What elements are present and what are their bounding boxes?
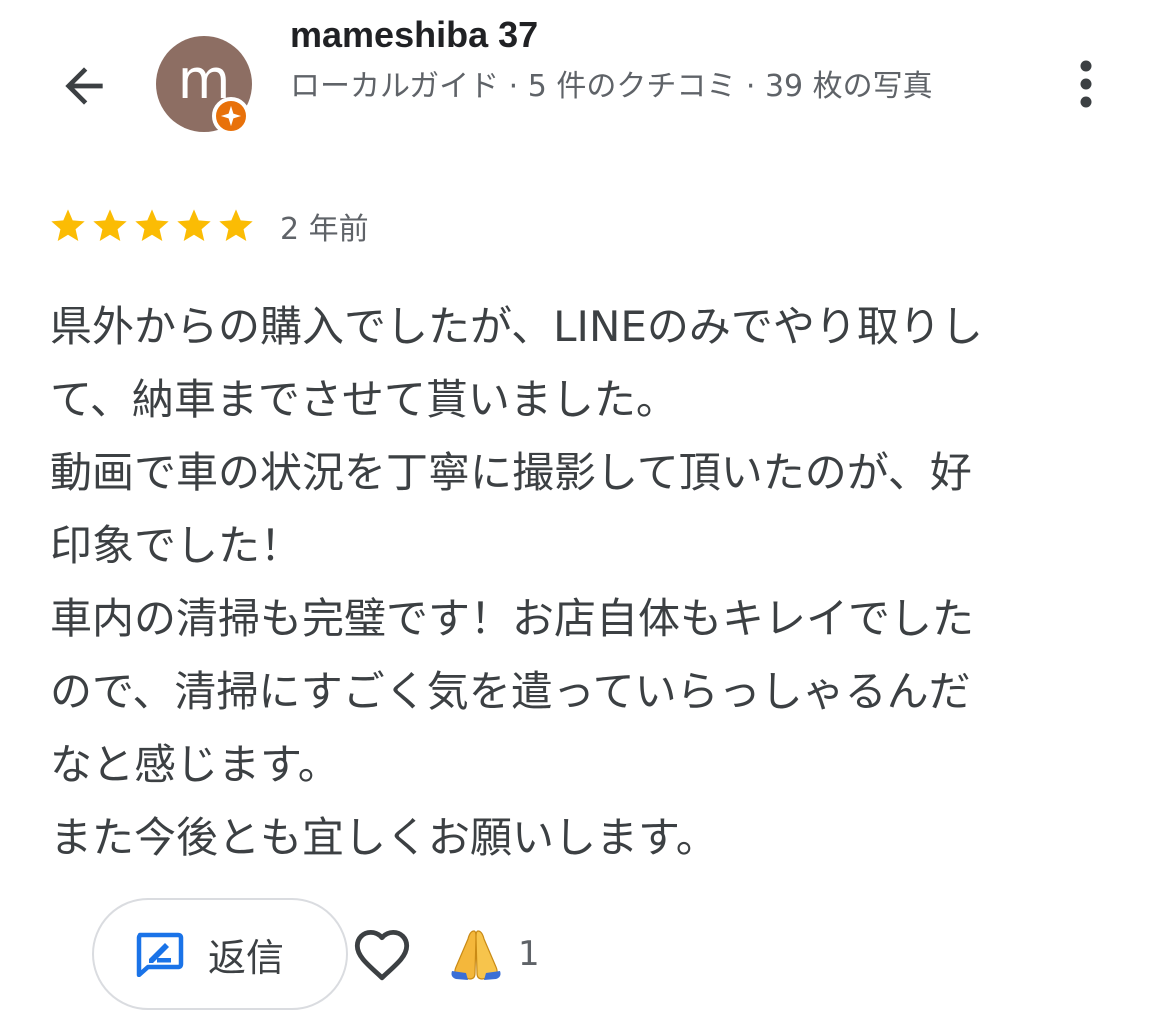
back-button[interactable] xyxy=(52,54,116,118)
review-line: また今後とも宜しくお願いします。 xyxy=(50,813,718,862)
review-line: ので、清掃にすごく気を遣っていらっしゃるんだ xyxy=(50,667,971,716)
review-line: 印象でした！ xyxy=(50,521,303,570)
review-line: 県外からの購入でしたが、LINEのみでやり取りし xyxy=(50,302,983,351)
review-line: 動画で車の状況を丁寧に撮影して頂いたのが、好 xyxy=(50,448,972,497)
user-meta: ローカルガイド · 5 件のクチコミ · 39 枚の写真 xyxy=(290,69,933,104)
more-vertical-icon xyxy=(1080,60,1092,108)
star-icon xyxy=(135,209,169,241)
reply-label: 返信 xyxy=(208,935,285,980)
review-age: 2 年前 xyxy=(280,212,369,247)
reply-edit-icon xyxy=(136,932,184,977)
arrow-left-icon xyxy=(65,67,103,105)
review-text: 県外からの購入でしたが、LINEのみでやり取りし て、納車までさせて貰いました。動… xyxy=(50,290,1125,874)
local-guide-star-icon xyxy=(220,105,242,127)
review-detail-page: m mameshiba 37 ローカルガイド · 5 件のクチコミ · 39 枚… xyxy=(0,0,1170,1031)
star-rating xyxy=(48,206,256,246)
star-icon xyxy=(51,209,85,241)
star-icon xyxy=(93,209,127,241)
folded-hands-emoji xyxy=(451,930,501,980)
review-line: て、納車までさせて貰いました。 xyxy=(50,375,678,424)
more-options-button[interactable] xyxy=(1060,56,1112,112)
heart-outline-icon xyxy=(354,929,410,981)
user-name[interactable]: mameshiba 37 xyxy=(290,14,538,56)
review-line: 車内の清掃も完璧です！お店自体もキレイでした xyxy=(50,594,975,643)
review-line: なと感じます。 xyxy=(50,740,340,789)
local-guide-badge xyxy=(212,97,250,135)
like-button[interactable] xyxy=(350,922,414,986)
rating-row: 2 年前 xyxy=(48,204,369,248)
reaction-count: 1 xyxy=(518,934,540,974)
review-actions: 返信 1 xyxy=(92,898,540,1010)
reply-button[interactable]: 返信 xyxy=(92,898,348,1010)
star-icon xyxy=(177,209,211,241)
star-icon xyxy=(219,209,253,241)
reaction-folded-hands[interactable]: 1 xyxy=(448,927,540,981)
